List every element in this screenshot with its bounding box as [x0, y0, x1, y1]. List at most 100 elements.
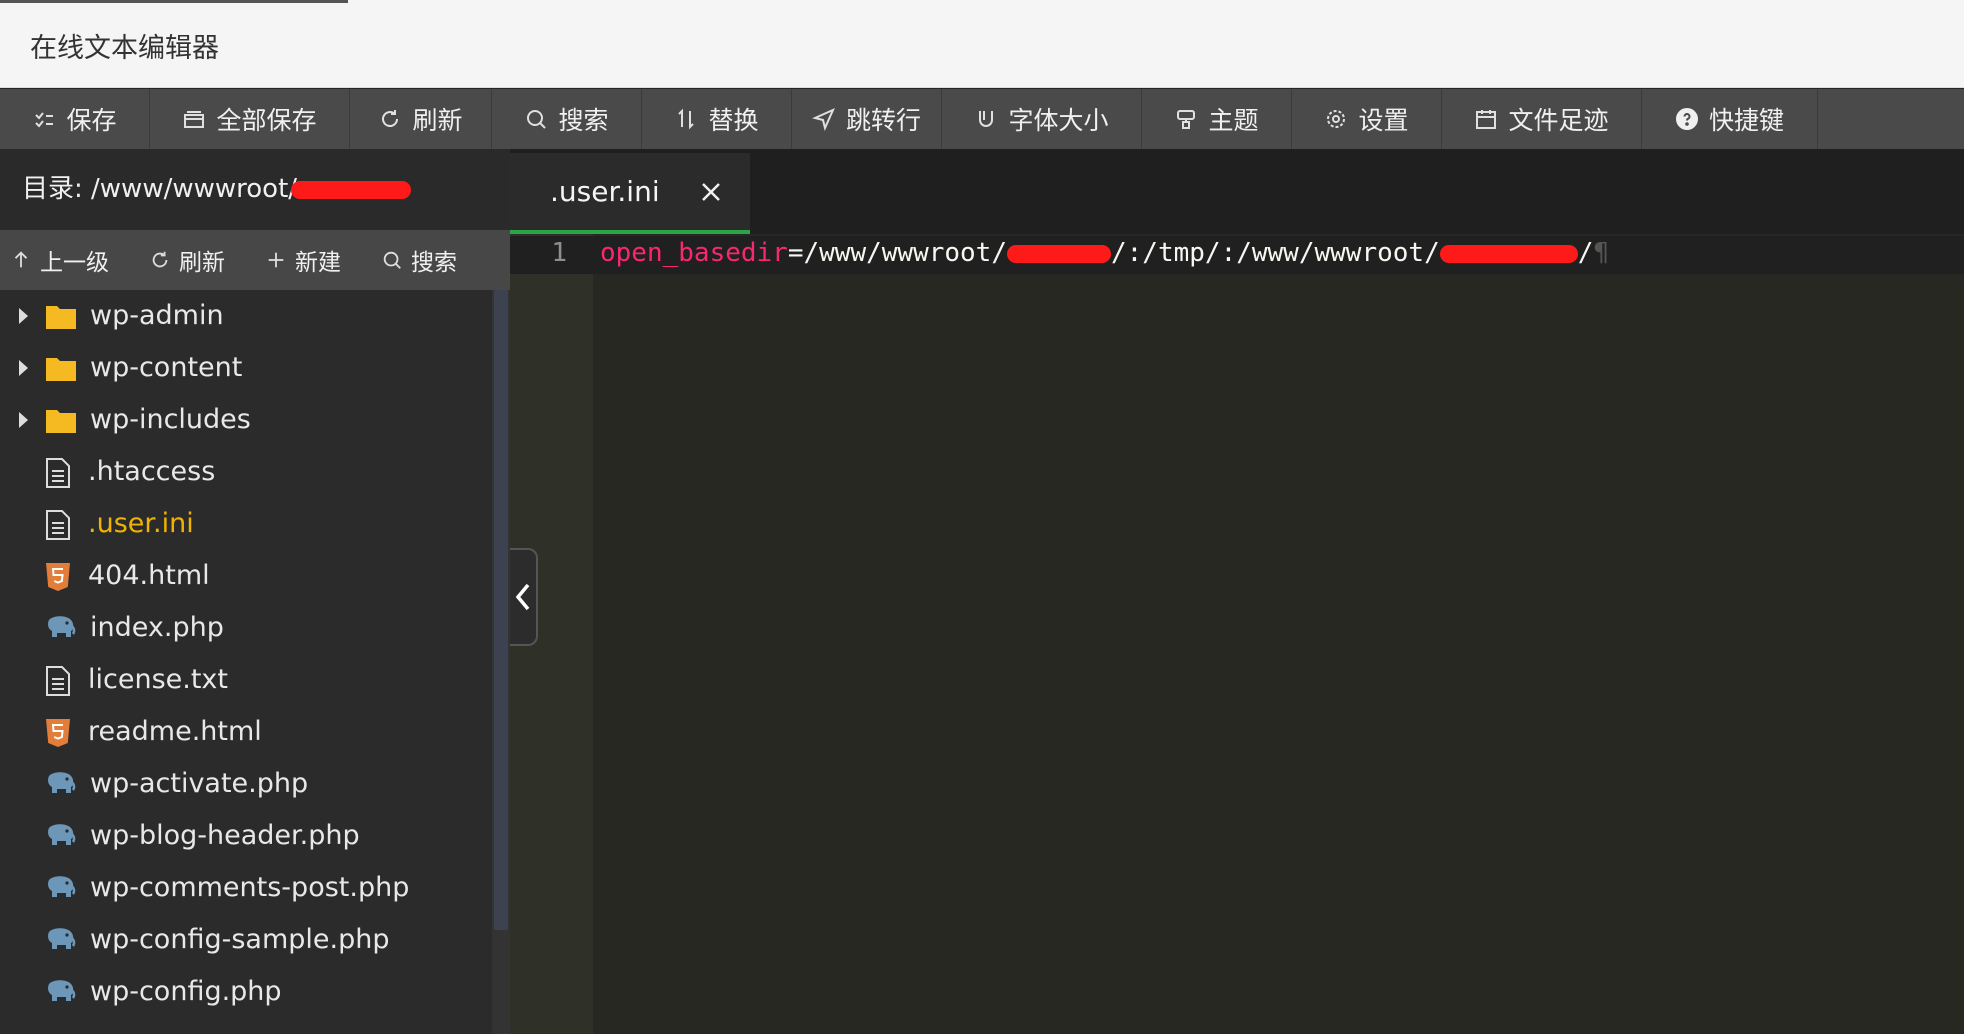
- tree-folder-wp-admin[interactable]: wp-admin: [0, 290, 492, 342]
- parent-dir-button[interactable]: 上一级: [10, 230, 109, 290]
- theme-button[interactable]: 主题: [1142, 89, 1292, 149]
- tree-item-label: wp-admin: [90, 300, 224, 331]
- text-file-icon: [45, 510, 71, 540]
- tree-item-label: wp-activate.php: [90, 768, 309, 799]
- sidebar-refresh-label: 刷新: [179, 250, 225, 276]
- tree-file-wp-activate-php[interactable]: wp-activate.php: [0, 758, 492, 810]
- tree-file-htaccess[interactable]: .htaccess: [0, 446, 492, 498]
- tree-folder-wp-includes[interactable]: wp-includes: [0, 394, 492, 446]
- php-elephant-icon: [45, 822, 77, 848]
- theme-label: 主题: [1208, 106, 1259, 135]
- replace-icon: [674, 107, 698, 131]
- plus-icon: [265, 249, 287, 271]
- redaction-mark: [1007, 244, 1111, 263]
- tree-file-wp-comments-post-php[interactable]: wp-comments-post.php: [0, 862, 492, 914]
- calendar-icon: [1474, 107, 1498, 131]
- font-size-label: 字体大小: [1008, 106, 1109, 135]
- replace-button[interactable]: 替换: [642, 89, 792, 149]
- folder-icon: [45, 302, 77, 330]
- tree-scrollbar-thumb[interactable]: [494, 290, 508, 930]
- save-button[interactable]: 保存: [0, 89, 150, 149]
- close-icon[interactable]: [700, 181, 722, 203]
- sidebar-search-button[interactable]: 搜索: [381, 230, 457, 290]
- tree-file-wp-config-php[interactable]: wp-config.php: [0, 966, 492, 1018]
- goto-line-button[interactable]: 跳转行: [792, 89, 942, 149]
- expand-arrow-icon[interactable]: [19, 308, 28, 324]
- parent-dir-label: 上一级: [40, 250, 109, 276]
- tree-file-readme-html[interactable]: readme.html: [0, 706, 492, 758]
- refresh-button[interactable]: 刷新: [350, 89, 492, 149]
- file-history-label: 文件足迹: [1508, 106, 1609, 135]
- tree-item-label: wp-comments-post.php: [90, 872, 410, 903]
- file-history-button[interactable]: 文件足迹: [1442, 89, 1642, 149]
- tree-file-wp-blog-header-php[interactable]: wp-blog-header.php: [0, 810, 492, 862]
- directory-path-bar: 目录: /www/wwwroot/: [0, 149, 510, 230]
- editor-window: 在线文本编辑器 保存 全部保存 刷新 搜索 替换 跳转行 字体大小 主题 设置 …: [0, 0, 1964, 1034]
- code-segment: /: [1577, 238, 1594, 268]
- ini-key: open_basedir: [600, 238, 788, 268]
- help-icon: [1675, 107, 1699, 131]
- tree-item-label: wp-config.php: [90, 976, 282, 1007]
- tree-item-label: .user.ini: [88, 508, 194, 539]
- search-label: 搜索: [558, 106, 609, 135]
- text-file-icon: [45, 666, 71, 696]
- tab-label: .user.ini: [550, 175, 660, 208]
- refresh-icon: [149, 249, 171, 271]
- tree-item-label: wp-config-sample.php: [90, 924, 390, 955]
- redaction-mark: [1439, 244, 1578, 263]
- collapse-sidebar-button[interactable]: [510, 548, 538, 646]
- folder-icon: [45, 406, 77, 434]
- window-title: 在线文本编辑器: [30, 33, 219, 64]
- line-number: 1: [551, 238, 567, 268]
- php-elephant-icon: [45, 770, 77, 796]
- tree-file-index-php[interactable]: index.php: [0, 602, 492, 654]
- php-elephant-icon: [45, 978, 77, 1004]
- refresh-icon: [378, 107, 402, 131]
- tree-item-label: readme.html: [88, 716, 262, 747]
- tree-file-wp-config-sample-php[interactable]: wp-config-sample.php: [0, 914, 492, 966]
- title-bar-accent-line: [0, 0, 348, 3]
- save-label: 保存: [66, 106, 117, 135]
- shortcuts-label: 快捷键: [1708, 106, 1784, 135]
- tree-file-user-ini[interactable]: .user.ini: [0, 498, 492, 550]
- save-all-button[interactable]: 全部保存: [150, 89, 350, 149]
- sidebar-search-label: 搜索: [411, 250, 457, 276]
- sidebar-actions: 上一级 刷新 新建 搜索: [0, 230, 510, 290]
- search-icon: [381, 249, 403, 271]
- new-file-button[interactable]: 新建: [265, 230, 341, 290]
- expand-arrow-icon[interactable]: [19, 360, 28, 376]
- save-icon: [32, 107, 56, 131]
- html5-icon: [45, 562, 71, 592]
- tree-item-label: wp-blog-header.php: [90, 820, 360, 851]
- pilcrow-mark: ¶: [1593, 238, 1610, 268]
- code-segment: =/www/wwwroot/: [787, 238, 1007, 268]
- tree-item-label: license.txt: [88, 664, 228, 695]
- settings-label: 设置: [1358, 106, 1409, 135]
- font-size-button[interactable]: 字体大小: [942, 89, 1142, 149]
- tab-user-ini[interactable]: .user.ini: [510, 153, 750, 234]
- tree-item-label: wp-content: [90, 352, 243, 383]
- editor-tab-bar: .user.ini: [510, 149, 1964, 234]
- tree-item-label: 404.html: [88, 560, 210, 591]
- expand-arrow-icon[interactable]: [19, 412, 28, 428]
- php-elephant-icon: [45, 926, 77, 952]
- search-icon: [524, 107, 548, 131]
- main-toolbar: 保存 全部保存 刷新 搜索 替换 跳转行 字体大小 主题 设置 文件足迹 快捷键: [0, 89, 1964, 149]
- code-line[interactable]: open_basedir=/www/wwwroot/ /:/tmp/:/www/w…: [600, 238, 1609, 268]
- shortcuts-button[interactable]: 快捷键: [1642, 89, 1818, 149]
- search-button[interactable]: 搜索: [492, 89, 642, 149]
- tree-folder-wp-content[interactable]: wp-content: [0, 342, 492, 394]
- font-size-icon: [974, 107, 998, 131]
- chevron-left-icon: [514, 582, 532, 612]
- file-tree: wp-admin wp-content wp-includes .htacces…: [0, 290, 492, 1034]
- save-all-icon: [182, 107, 206, 131]
- code-segment: /:/tmp/:/www/wwwroot/: [1111, 238, 1440, 268]
- text-file-icon: [45, 458, 71, 488]
- sidebar-refresh-button[interactable]: 刷新: [149, 230, 225, 290]
- tree-file-license-txt[interactable]: license.txt: [0, 654, 492, 706]
- tree-file-404-html[interactable]: 404.html: [0, 550, 492, 602]
- tree-item-label: wp-includes: [90, 404, 251, 435]
- tree-item-label: index.php: [90, 612, 224, 643]
- settings-button[interactable]: 设置: [1292, 89, 1442, 149]
- code-area[interactable]: [593, 234, 1964, 1034]
